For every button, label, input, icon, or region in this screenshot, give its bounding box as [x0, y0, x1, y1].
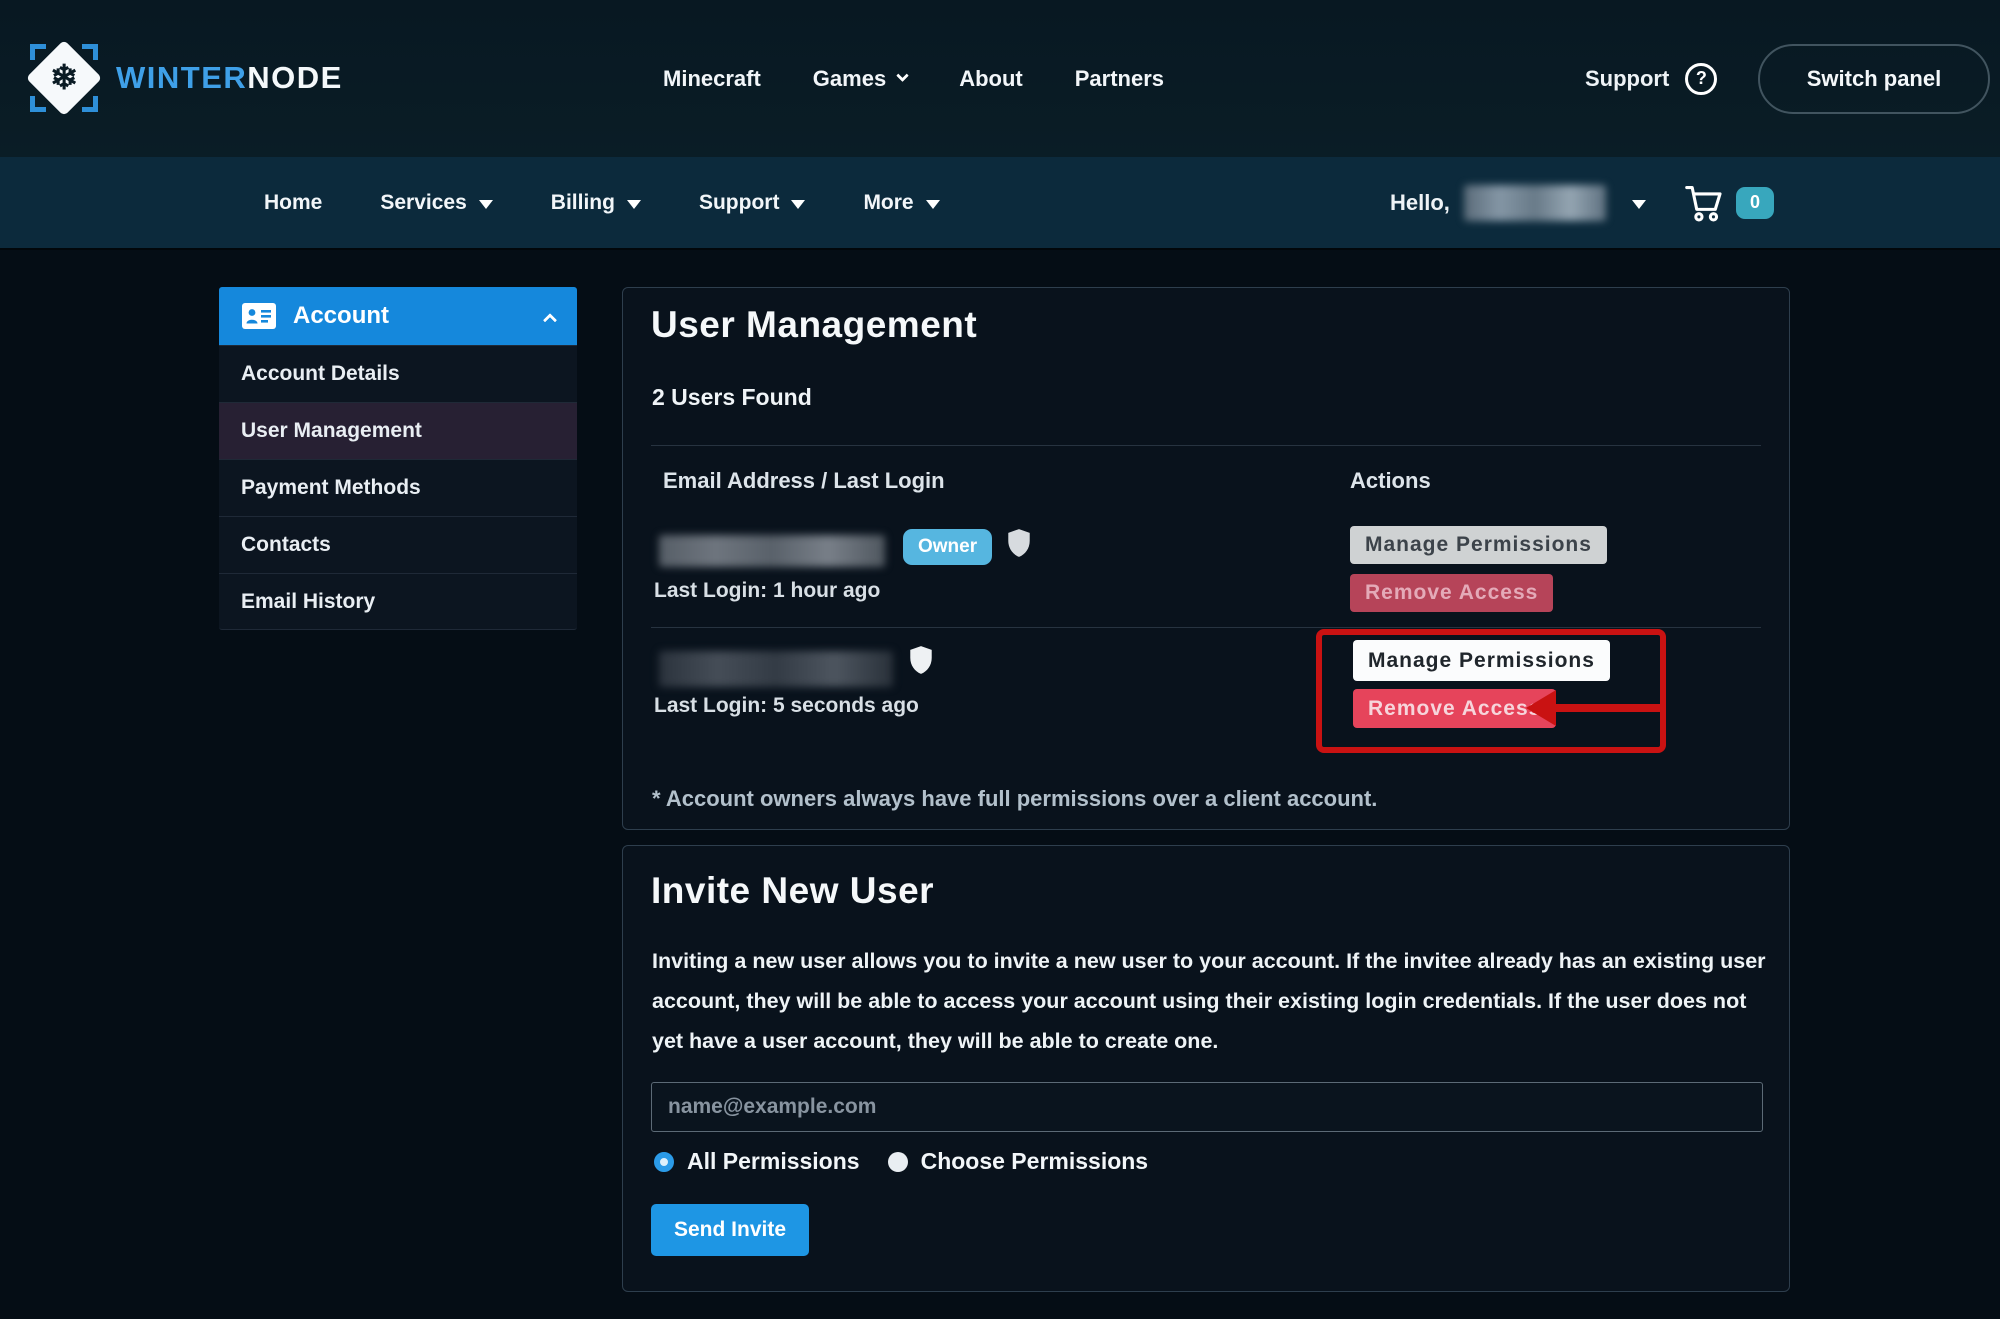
greeting-label: Hello,: [1390, 190, 1450, 216]
shield-icon: [1006, 528, 1032, 558]
shield-icon: [908, 645, 934, 675]
account-sidebar: Account Account Details User Management …: [219, 287, 577, 630]
nav-more[interactable]: More: [863, 191, 939, 215]
invite-email-input[interactable]: [651, 1082, 1763, 1132]
support-link[interactable]: Support ?: [1585, 0, 1717, 157]
caret-down-icon: [1632, 200, 1646, 209]
cart-icon: [1682, 183, 1726, 223]
redacted-email-row1: [659, 535, 885, 567]
brand-winter: WINTER: [116, 60, 247, 95]
sidebar-item-user-management[interactable]: User Management: [219, 402, 577, 459]
page: ❄ WINTERNODE Minecraft Games About Partn…: [0, 0, 2000, 1319]
column-header-user: Email Address / Last Login: [663, 468, 945, 494]
chevron-down-icon: [896, 69, 909, 82]
support-label: Support: [1585, 66, 1669, 92]
divider: [651, 445, 1761, 446]
switch-panel-button[interactable]: Switch panel: [1758, 44, 1990, 114]
remove-access-button-row2[interactable]: Remove Access: [1353, 689, 1556, 728]
top-nav-about[interactable]: About: [959, 66, 1023, 92]
manage-permissions-button-row1[interactable]: Manage Permissions: [1350, 526, 1607, 564]
invite-new-user-panel: Invite New User Inviting a new user allo…: [622, 845, 1790, 1292]
redacted-email-row2: [659, 651, 893, 687]
snowflake-logo-icon: ❄: [30, 44, 98, 112]
nav-home[interactable]: Home: [264, 191, 322, 215]
page-title: User Management: [651, 304, 977, 346]
nav-services[interactable]: Services: [380, 191, 492, 215]
top-nav-minecraft[interactable]: Minecraft: [663, 66, 761, 92]
redacted-username: [1464, 185, 1606, 221]
manage-permissions-button-row2[interactable]: Manage Permissions: [1353, 640, 1610, 681]
invite-description: Inviting a new user allows you to invite…: [652, 941, 1770, 1061]
sidebar-item-account-details[interactable]: Account Details: [219, 345, 577, 402]
brand-logo[interactable]: ❄ WINTERNODE: [30, 44, 343, 112]
radio-unselected-icon[interactable]: [888, 1152, 908, 1172]
sidebar-header-label: Account: [293, 302, 389, 330]
nav-billing[interactable]: Billing: [551, 191, 641, 215]
cart-button[interactable]: 0: [1682, 157, 1774, 248]
nav-support[interactable]: Support: [699, 191, 805, 215]
id-card-icon: [241, 302, 277, 330]
top-nav-games[interactable]: Games: [813, 66, 907, 92]
top-nav: Minecraft Games About Partners: [663, 0, 1164, 157]
send-invite-button[interactable]: Send Invite: [651, 1204, 809, 1256]
caret-down-icon: [926, 200, 940, 209]
brand-node: NODE: [247, 60, 343, 95]
main-nav: Home Services Billing Support More: [264, 157, 940, 248]
divider: [651, 627, 1761, 628]
remove-access-button-row1[interactable]: Remove Access: [1350, 574, 1553, 612]
column-header-actions: Actions: [1350, 468, 1431, 494]
user-management-panel: User Management 2 Users Found Email Addr…: [622, 287, 1790, 830]
annotation-arrow: [1549, 704, 1661, 712]
last-login-row1: Last Login: 1 hour ago: [654, 579, 880, 603]
owner-badge: Owner: [903, 529, 992, 565]
top-nav-partners[interactable]: Partners: [1075, 66, 1164, 92]
owners-footnote: * Account owners always have full permis…: [652, 786, 1377, 812]
radio-all-permissions[interactable]: All Permissions: [654, 1148, 860, 1175]
permissions-radio-group: All Permissions Choose Permissions: [654, 1148, 1148, 1175]
last-login-row2: Last Login: 5 seconds ago: [654, 694, 919, 718]
radio-choose-permissions[interactable]: Choose Permissions: [888, 1148, 1149, 1175]
cart-count-badge: 0: [1736, 187, 1774, 219]
sidebar-item-payment-methods[interactable]: Payment Methods: [219, 459, 577, 516]
top-header: ❄ WINTERNODE Minecraft Games About Partn…: [0, 0, 2000, 157]
chevron-up-icon: [543, 313, 557, 327]
main-nav-bar: Home Services Billing Support More Hello…: [0, 157, 2000, 248]
invite-title: Invite New User: [651, 870, 934, 912]
sidebar-header-account[interactable]: Account: [219, 287, 577, 345]
account-menu[interactable]: Hello,: [1390, 157, 1646, 248]
sidebar-item-email-history[interactable]: Email History: [219, 573, 577, 630]
radio-selected-icon[interactable]: [654, 1152, 674, 1172]
brand-name: WINTERNODE: [116, 60, 343, 96]
caret-down-icon: [627, 200, 641, 209]
help-question-icon[interactable]: ?: [1685, 63, 1717, 95]
caret-down-icon: [479, 200, 493, 209]
sidebar-item-contacts[interactable]: Contacts: [219, 516, 577, 573]
users-found-count: 2 Users Found: [652, 384, 812, 411]
caret-down-icon: [791, 200, 805, 209]
